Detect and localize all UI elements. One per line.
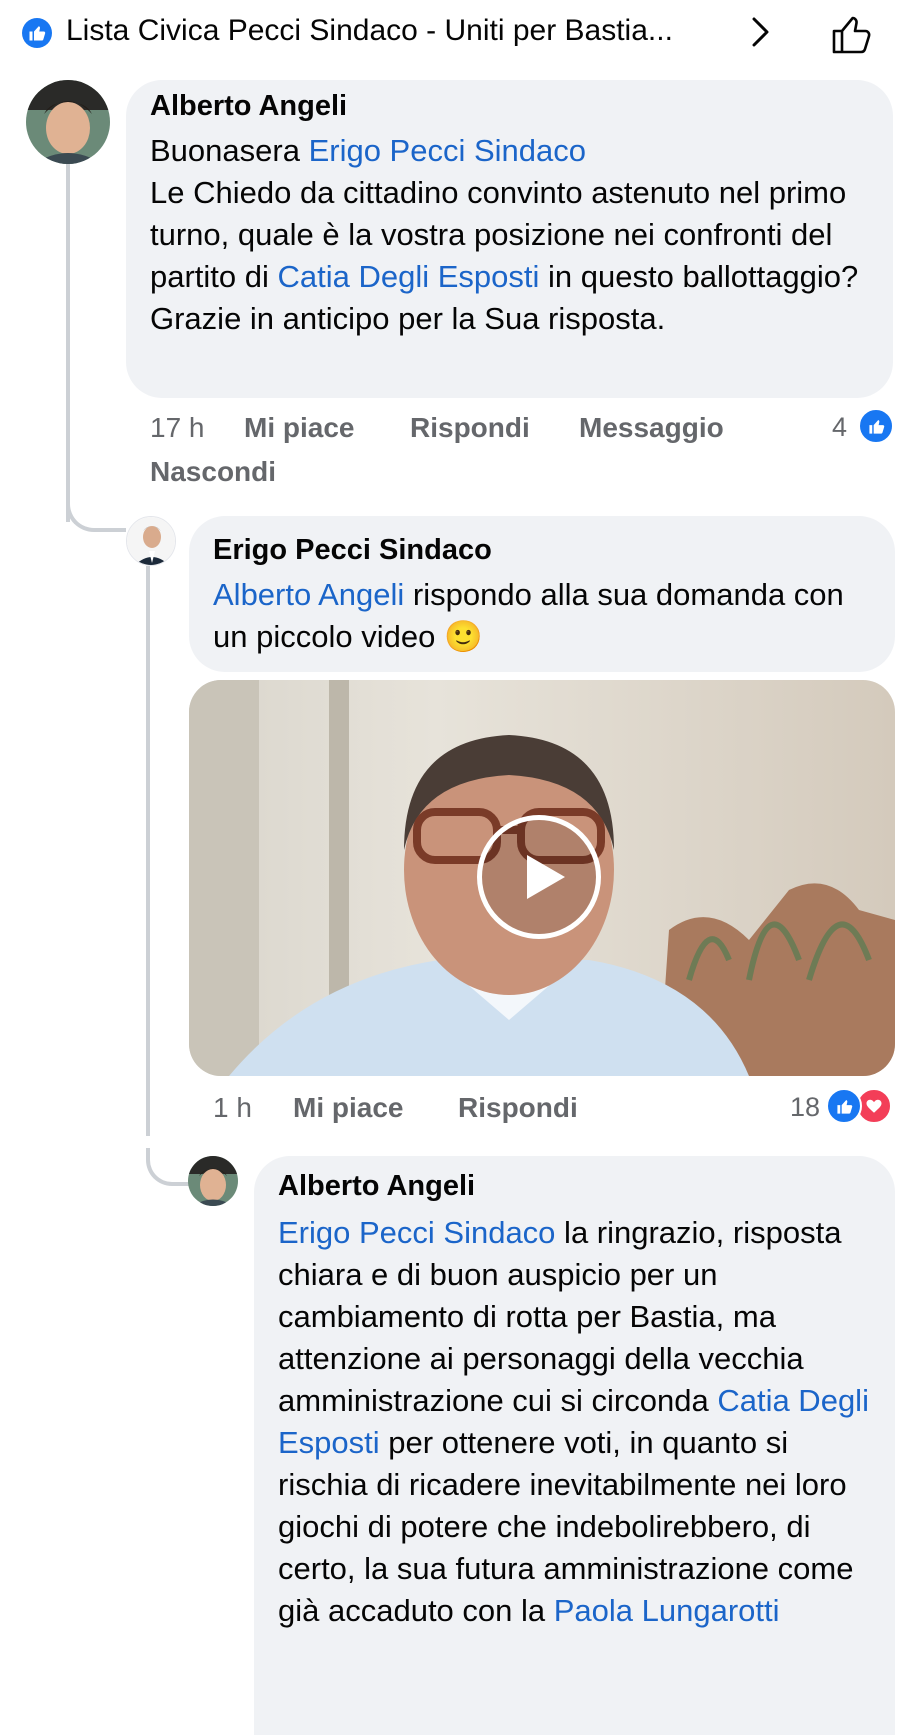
comment-time: 1 h (213, 1092, 252, 1123)
smile-emoji: 🙂 (443, 619, 483, 654)
avatar-photo-icon (127, 517, 175, 565)
mention-link[interactable]: Alberto Angeli (213, 577, 404, 612)
mention-link[interactable]: Erigo Pecci Sindaco (309, 133, 586, 168)
mention-link[interactable]: Paola Lungarotti (554, 1593, 780, 1628)
comment-author[interactable]: Alberto Angeli (150, 90, 347, 123)
comment-bubble: Erigo Pecci Sindaco Alberto Angeli rispo… (189, 516, 895, 672)
mention-link[interactable]: Catia Degli Esposti (278, 259, 540, 294)
comment-text: Alberto Angeli rispondo alla sua domanda… (213, 574, 883, 658)
comment-text-segment: Grazie in anticipo per la Sua risposta. (150, 301, 666, 336)
avatar[interactable] (188, 1156, 238, 1206)
comment-time: 17 h (150, 412, 205, 443)
avatar[interactable] (126, 516, 176, 566)
avatar-photo-icon (188, 1156, 238, 1206)
avatar-photo-icon (26, 80, 110, 164)
reaction-count[interactable]: 4 (832, 412, 847, 443)
comment-text: Erigo Pecci Sindaco la ringrazio, rispos… (278, 1212, 878, 1632)
play-button[interactable] (477, 815, 601, 939)
comment-text: Buonasera Erigo Pecci Sindaco Le Chiedo … (150, 130, 880, 340)
reply-button[interactable]: Rispondi (410, 412, 530, 444)
like-button[interactable]: Mi piace (293, 1092, 403, 1124)
reply-button[interactable]: Rispondi (458, 1092, 578, 1124)
top-bar: Lista Civica Pecci Sindaco - Uniti per B… (0, 0, 921, 70)
mention-link[interactable]: Erigo Pecci Sindaco (278, 1215, 555, 1250)
message-button[interactable]: Messaggio (579, 412, 724, 444)
comment-author[interactable]: Alberto Angeli (278, 1170, 475, 1203)
video-thumbnail[interactable] (189, 680, 895, 1076)
hide-button[interactable]: Nascondi (150, 456, 276, 488)
page-title[interactable]: Lista Civica Pecci Sindaco - Uniti per B… (66, 14, 673, 48)
comment-bubble: Alberto Angeli Buonasera Erigo Pecci Sin… (126, 80, 893, 398)
avatar[interactable] (26, 80, 110, 164)
reaction-count[interactable]: 18 (790, 1092, 820, 1123)
comment-author[interactable]: Erigo Pecci Sindaco (213, 534, 492, 567)
chevron-right-icon[interactable] (748, 14, 774, 50)
comment-text-segment: Buonasera (150, 133, 309, 168)
play-icon (527, 855, 565, 899)
like-button[interactable]: Mi piace (244, 412, 354, 444)
comment-bubble: Alberto Angeli Erigo Pecci Sindaco la ri… (254, 1156, 895, 1735)
like-page-icon[interactable] (830, 12, 874, 56)
like-reaction-icon (858, 408, 894, 444)
thread-line (66, 152, 70, 522)
thread-line-nested (146, 566, 150, 1136)
like-reaction-icon (826, 1088, 862, 1124)
page-like-badge-icon (22, 18, 52, 48)
thread-connector-nested (146, 1148, 190, 1186)
comment-text-segment: in questo ballottaggio? (539, 259, 859, 294)
thread-connector (66, 490, 126, 532)
